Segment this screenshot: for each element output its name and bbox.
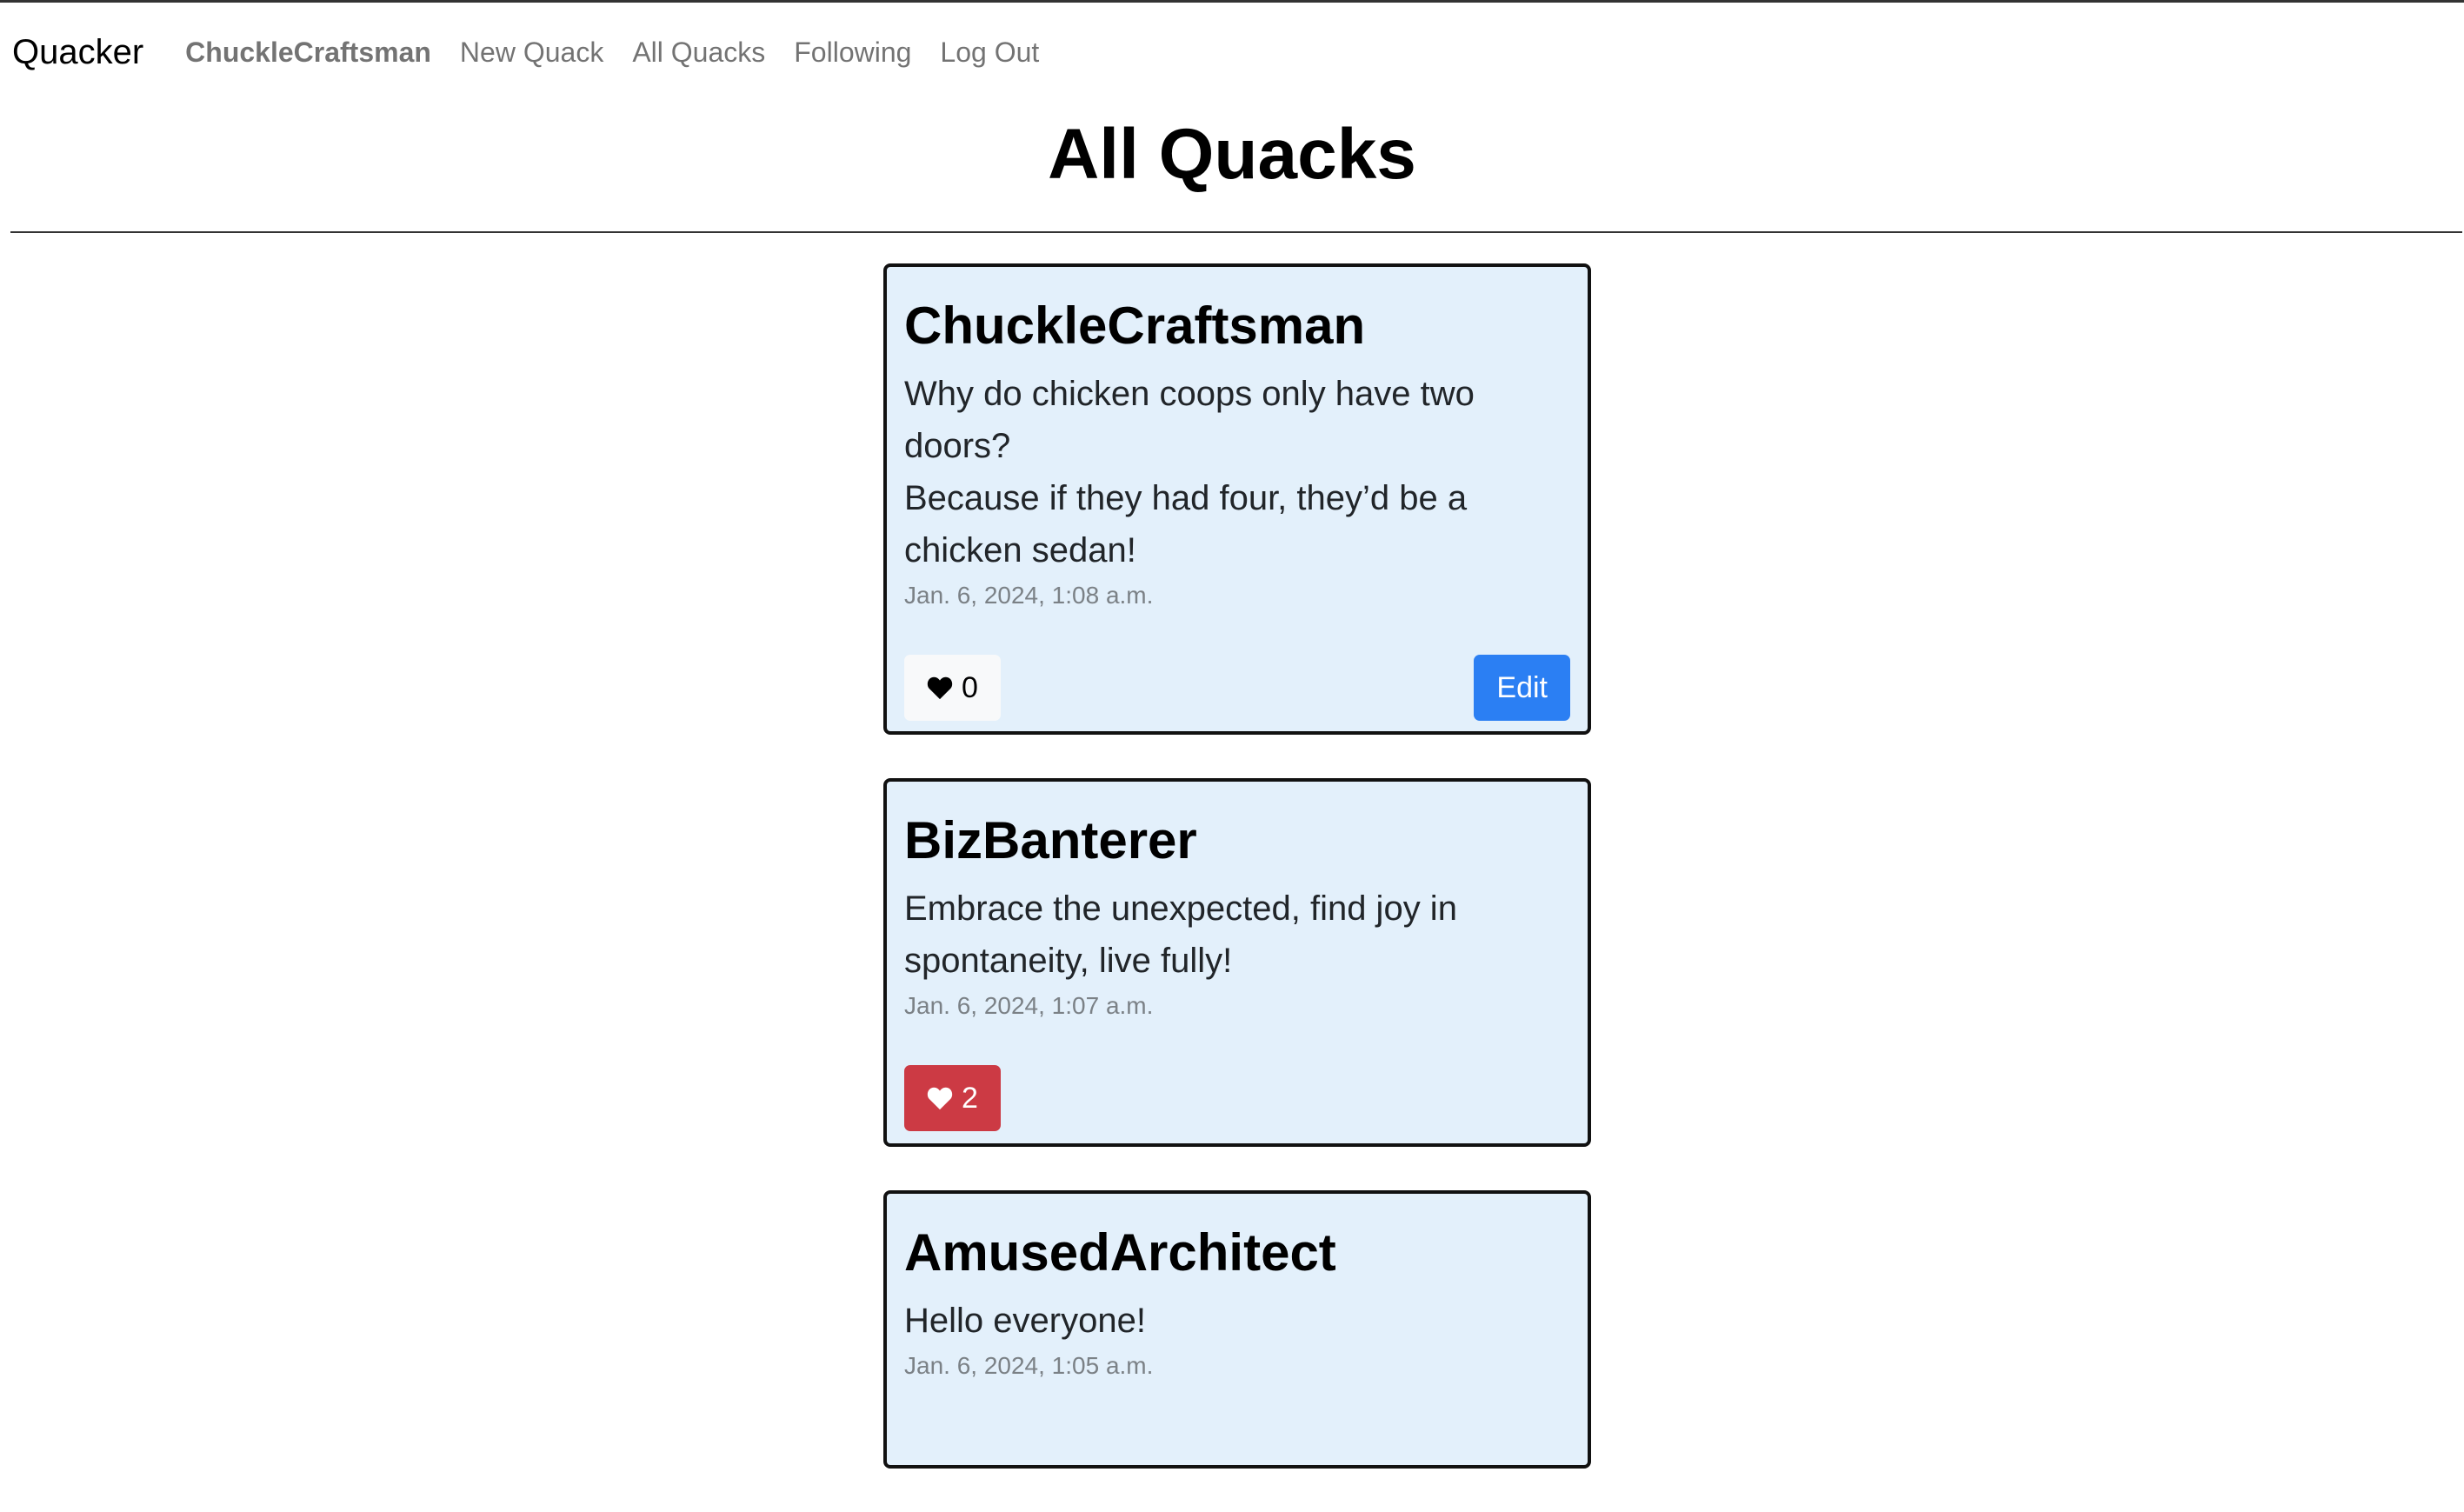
quack-card: BizBanterer Embrace the unexpected, find…	[883, 778, 1591, 1147]
nav-following-link[interactable]: Following	[794, 37, 911, 69]
quack-author[interactable]: ChuckleCraftsman	[904, 293, 1570, 359]
quack-body: Why do chicken coops only have two doors…	[904, 368, 1513, 576]
brand-link[interactable]: Quacker	[12, 33, 143, 72]
quack-timestamp: Jan. 6, 2024, 1:07 a.m.	[904, 992, 1154, 1019]
quack-card: AmusedArchitect Hello everyone! Jan. 6, …	[883, 1190, 1591, 1469]
like-count: 2	[962, 1081, 978, 1115]
heart-icon	[927, 676, 953, 700]
quack-actions: 0 Edit	[904, 655, 1570, 721]
quack-timestamp: Jan. 6, 2024, 1:05 a.m.	[904, 1352, 1154, 1379]
quack-text-line: Because if they had four, they’d be a ch…	[904, 479, 1468, 569]
edit-quack-button[interactable]: Edit	[1474, 655, 1570, 721]
page-title: All Quacks	[1048, 115, 1416, 194]
quack-feed: ChuckleCraftsman Why do chicken coops on…	[883, 263, 1591, 1512]
like-button[interactable]: 2	[904, 1065, 1001, 1131]
nav-user-profile-link[interactable]: ChuckleCraftsman	[185, 37, 431, 69]
like-button[interactable]: 0	[904, 655, 1001, 721]
quack-author[interactable]: AmusedArchitect	[904, 1220, 1570, 1286]
nav-new-quack-link[interactable]: New Quack	[460, 37, 603, 69]
quack-body: Hello everyone!	[904, 1295, 1513, 1347]
quack-timestamp: Jan. 6, 2024, 1:08 a.m.	[904, 582, 1154, 609]
quack-author[interactable]: BizBanterer	[904, 808, 1570, 874]
quack-body: Embrace the unexpected, find joy in spon…	[904, 883, 1513, 987]
nav-log-out-link[interactable]: Log Out	[940, 37, 1039, 69]
heart-icon	[927, 1086, 953, 1110]
quack-text-line: Why do chicken coops only have two doors…	[904, 375, 1475, 465]
nav-all-quacks-link[interactable]: All Quacks	[632, 37, 765, 69]
quack-actions: 2	[904, 1065, 1570, 1131]
header-divider	[10, 231, 2462, 233]
quack-text-line: Embrace the unexpected, find joy in spon…	[904, 889, 1457, 980]
quack-card: ChuckleCraftsman Why do chicken coops on…	[883, 263, 1591, 735]
navbar: Quacker ChuckleCraftsman New Quack All Q…	[0, 3, 2464, 102]
quack-text-line: Hello everyone!	[904, 1302, 1146, 1340]
like-count: 0	[962, 670, 978, 704]
